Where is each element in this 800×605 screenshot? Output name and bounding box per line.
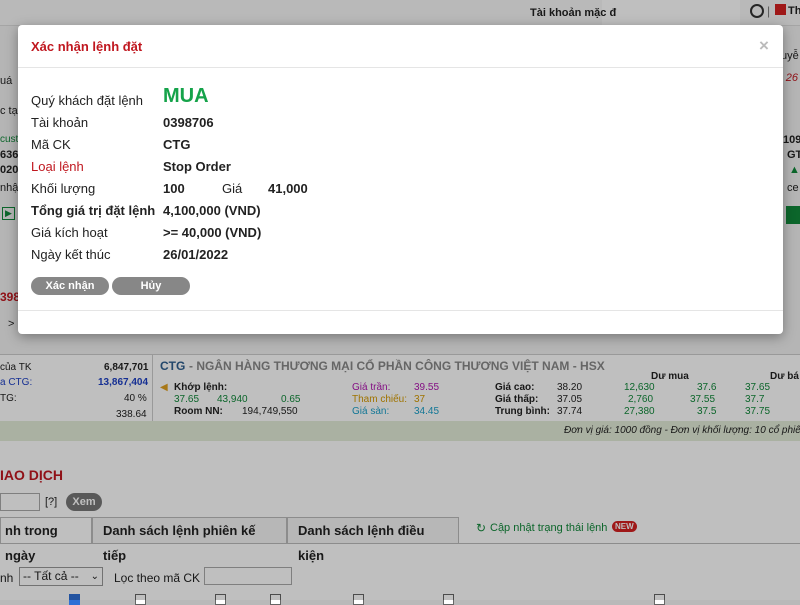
total-value-label: Tổng giá trị đặt lệnh (31, 203, 156, 218)
order-confirm-modal: Xác nhận lệnh đặt × Quý khách đặt lệnh M… (18, 25, 783, 334)
price-label: Giá (222, 181, 243, 196)
total-value: 4,100,000 (VND) (163, 203, 261, 218)
stock-code-value: CTG (163, 137, 191, 152)
price-value: 41,000 (268, 181, 308, 196)
order-type-value: Stop Order (163, 159, 231, 174)
cancel-button[interactable]: Hủy (112, 277, 190, 295)
trigger-price-label: Giá kích hoạt (31, 225, 108, 240)
end-date-label: Ngày kết thúc (31, 247, 111, 262)
trigger-price-value: >= 40,000 (VND) (163, 225, 262, 240)
modal-footer-divider (18, 310, 783, 311)
account-value: 0398706 (163, 115, 214, 130)
modal-header: Xác nhận lệnh đặt × (18, 25, 783, 68)
customer-order-label: Quý khách đặt lệnh (31, 93, 144, 108)
order-side-value: MUA (163, 85, 209, 107)
close-icon[interactable]: × (759, 36, 769, 56)
confirm-button[interactable]: Xác nhận (31, 277, 109, 295)
account-label: Tài khoản (31, 115, 89, 130)
modal-title: Xác nhận lệnh đặt (31, 39, 143, 54)
order-type-label: Loại lệnh (31, 159, 84, 174)
quantity-label: Khối lượng (31, 181, 96, 196)
end-date-value: 26/01/2022 (163, 247, 229, 262)
stock-code-label: Mã CK (31, 137, 71, 152)
quantity-value: 100 (163, 181, 185, 196)
